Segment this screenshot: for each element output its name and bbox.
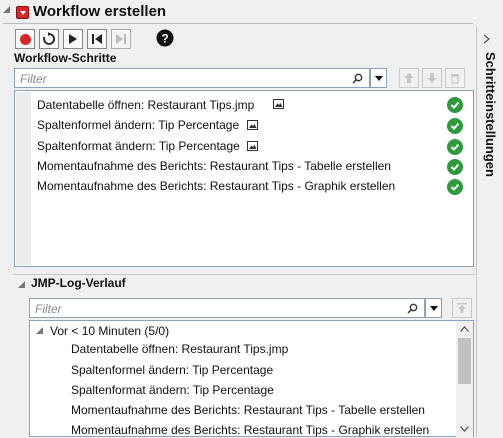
step-row[interactable]: Spaltenformat ändern: Tip Percentage — [37, 137, 467, 157]
log-group-label: Vor < 10 Minuten (5/0) — [50, 324, 170, 338]
step-back-icon — [92, 34, 102, 44]
move-up-button[interactable] — [399, 68, 419, 88]
search-icon — [352, 73, 363, 84]
log-list[interactable]: Vor < 10 Minuten (5/0) Datentabelle öffn… — [29, 320, 474, 438]
svg-text:?: ? — [161, 32, 168, 46]
steps-filter-input[interactable]: Filter — [14, 68, 370, 88]
log-filter-input[interactable]: Filter — [29, 298, 425, 318]
play-icon — [69, 34, 77, 44]
log-item[interactable]: Momentaufnahme des Berichts: Restaurant … — [71, 423, 429, 437]
check-icon — [447, 159, 463, 175]
log-filter-placeholder: Filter — [35, 302, 62, 316]
step-row[interactable]: Datentabelle öffnen: Restaurant Tips.jmp — [37, 96, 467, 116]
check-icon — [447, 118, 463, 134]
step-forward-button[interactable] — [111, 29, 131, 49]
steps-list[interactable]: Datentabelle öffnen: Restaurant Tips.jmp… — [14, 90, 474, 267]
step-label: Momentaufnahme des Berichts: Restaurant … — [37, 179, 396, 193]
chevron-down-icon — [374, 75, 383, 81]
step-label: Momentaufnahme des Berichts: Restaurant … — [37, 159, 391, 173]
collapse-log-icon[interactable] — [18, 281, 25, 288]
log-item[interactable]: Spaltenformel ändern: Tip Percentage — [71, 363, 273, 377]
log-filter-dropdown[interactable] — [425, 298, 442, 318]
log-section-label: JMP-Log-Verlauf — [31, 276, 126, 290]
step-row[interactable]: Momentaufnahme des Berichts: Restaurant … — [37, 177, 467, 197]
image-icon[interactable] — [273, 99, 284, 109]
step-row[interactable]: Momentaufnahme des Berichts: Restaurant … — [37, 157, 467, 177]
reset-icon — [43, 32, 55, 45]
check-icon — [447, 179, 463, 195]
step-label: Spaltenformel ändern: Tip Percentage — [37, 118, 240, 132]
log-item[interactable]: Momentaufnahme des Berichts: Restaurant … — [71, 403, 425, 417]
step-label: Datentabelle öffnen: Restaurant Tips.jmp — [37, 98, 255, 112]
help-button[interactable]: ? — [156, 29, 174, 47]
record-icon — [19, 33, 31, 45]
collapse-group-icon[interactable] — [36, 327, 43, 334]
step-forward-icon — [116, 34, 126, 44]
scroll-up-icon[interactable] — [460, 326, 469, 332]
check-icon — [447, 139, 463, 155]
collapse-outline-icon[interactable] — [3, 6, 10, 13]
step-back-button[interactable] — [87, 29, 107, 49]
log-section-frame — [14, 274, 475, 275]
steps-list-gutter — [16, 92, 31, 265]
delete-step-button[interactable] — [445, 68, 465, 88]
image-icon[interactable] — [247, 141, 258, 151]
side-panel-border — [476, 26, 477, 437]
add-to-workflow-button[interactable] — [452, 298, 472, 318]
steps-filter-dropdown[interactable] — [370, 68, 387, 88]
steps-filter-placeholder: Filter — [20, 72, 47, 86]
check-icon — [447, 97, 463, 113]
red-triangle-menu-button[interactable] — [16, 6, 29, 19]
search-icon — [407, 303, 418, 314]
arrow-up-to-top-icon — [457, 303, 467, 313]
trash-icon — [451, 74, 459, 84]
scrollbar-thumb[interactable] — [458, 338, 471, 384]
window-title: Workflow erstellen — [33, 3, 167, 20]
help-icon: ? — [156, 29, 174, 47]
arrow-down-icon — [427, 73, 437, 83]
chevron-down-icon — [19, 10, 26, 15]
step-label: Spaltenformat ändern: Tip Percentage — [37, 139, 240, 153]
reset-button[interactable] — [39, 29, 59, 49]
scroll-down-icon[interactable] — [460, 426, 469, 432]
expand-panel-icon[interactable] — [483, 34, 491, 44]
arrow-up-icon — [404, 73, 414, 83]
play-button[interactable] — [63, 29, 83, 49]
record-button[interactable] — [15, 29, 35, 49]
image-icon[interactable] — [247, 120, 258, 130]
step-row[interactable]: Spaltenformel ändern: Tip Percentage — [37, 116, 467, 136]
side-panel-label[interactable]: Schritteinstellungen — [481, 52, 499, 177]
move-down-button[interactable] — [422, 68, 442, 88]
title-divider — [3, 23, 473, 24]
vertical-scrollbar[interactable] — [456, 321, 473, 438]
chevron-down-icon — [429, 305, 438, 311]
log-item[interactable]: Spaltenformat ändern: Tip Percentage — [71, 383, 274, 397]
steps-section-label: Workflow-Schritte — [14, 51, 117, 65]
log-item[interactable]: Datentabelle öffnen: Restaurant Tips.jmp — [71, 342, 288, 356]
